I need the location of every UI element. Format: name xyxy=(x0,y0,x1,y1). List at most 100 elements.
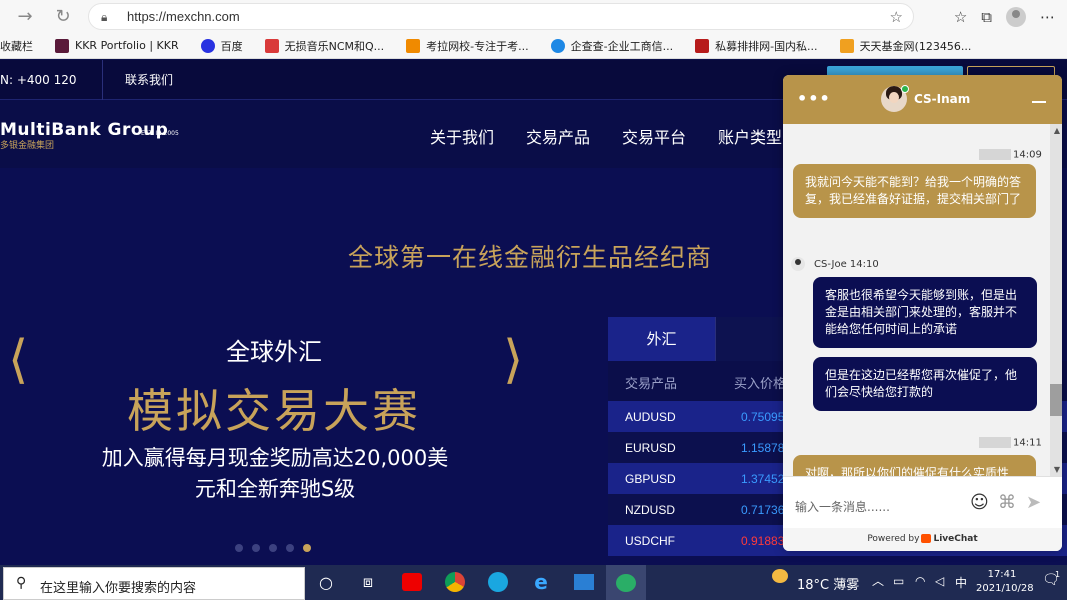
nav-item-platforms[interactable]: 交易平台 xyxy=(622,124,686,148)
tab-forex[interactable]: 外汇 xyxy=(608,317,715,361)
reload-icon[interactable]: ↻ xyxy=(48,1,78,31)
slider-dot[interactable] xyxy=(269,544,277,552)
chat-input-bar: 输入一条消息...... ☺ ⌘ ➤ xyxy=(783,476,1062,528)
bookmark-item[interactable]: KKR Portfolio | KKR xyxy=(55,38,179,53)
send-icon[interactable]: ➤ xyxy=(1026,492,1041,513)
slide-subtitle: 全球外汇 xyxy=(226,338,322,366)
youdao-app-icon[interactable] xyxy=(399,570,425,594)
tray-expand-icon[interactable]: ︿ xyxy=(872,572,884,589)
agent-message: 客服也很希望今天能够到账，但是出金是由相关部门来处理的，客服并不能给您任何时间上… xyxy=(813,277,1037,348)
task-view-icon[interactable]: ⧈ xyxy=(355,570,381,594)
browser-toolbar: → ↻ 🔒︎ https://mexchn.com ☆ ☆ ⧉ ⋯ xyxy=(0,0,1067,33)
search-placeholder: 在这里输入你要搜索的内容 xyxy=(40,581,197,596)
quote-price: 1.37452 xyxy=(741,472,785,486)
bookmark-favicon xyxy=(550,38,565,53)
visitor-message: 我就问今天能不能到？给我一个明确的答复，我已经准备好证据，提交相关部门了 xyxy=(793,164,1036,218)
weather-text[interactable]: 18°C 薄雾 xyxy=(797,574,859,593)
bookmark-favicon xyxy=(406,38,421,53)
contact-link[interactable]: 联系我们 xyxy=(103,71,173,88)
cortana-icon[interactable]: ○ xyxy=(313,570,339,594)
favorite-star-icon[interactable]: ☆ xyxy=(890,8,903,26)
hero-title: 全球第一在线金融衍生品经纪商 xyxy=(348,243,713,272)
slider-dot-active[interactable] xyxy=(303,544,311,552)
phone-number: N: +400 120 8619 xyxy=(0,60,103,127)
address-bar[interactable]: 🔒︎ https://mexchn.com ☆ xyxy=(88,3,914,30)
bookmarks-bar: 收藏栏 KKR Portfolio | KKR 百度 无损音乐NCM和Q... … xyxy=(0,33,1067,59)
col-bid: 买入价格 xyxy=(734,377,787,392)
weather-icon[interactable] xyxy=(772,569,788,586)
scroll-down-icon[interactable]: ▼ xyxy=(1054,465,1060,474)
more-menu-icon[interactable]: ⋯ xyxy=(1040,8,1055,26)
volume-icon[interactable]: ◁ xyxy=(935,574,944,588)
bookmark-favicon xyxy=(200,38,215,53)
message-timestamp: 14:11 xyxy=(979,437,1042,449)
chat-scroll-thumb[interactable] xyxy=(1050,384,1062,416)
wifi-icon[interactable]: ◠ xyxy=(915,574,925,588)
bookmark-favicon xyxy=(839,38,854,53)
quote-symbol: NZDUSD xyxy=(625,503,675,517)
agent-name: CS-Inam xyxy=(914,92,971,106)
col-product: 交易产品 xyxy=(625,377,678,392)
chrome-app-icon[interactable] xyxy=(442,570,468,594)
bookmark-favicon xyxy=(264,38,279,53)
bookmark-item[interactable]: 收藏栏 xyxy=(0,38,33,54)
quote-symbol: GBPUSD xyxy=(625,472,676,486)
chat-menu-icon[interactable]: ••• xyxy=(797,89,831,108)
chat-header: ••• CS-Inam xyxy=(783,75,1062,124)
livechat-widget: ••• CS-Inam 14:09 我就问今天能不能到？给我一个明确的答复，我已… xyxy=(783,75,1062,551)
chat-messages[interactable]: 14:09 我就问今天能不能到？给我一个明确的答复，我已经准备好证据，提交相关部… xyxy=(783,124,1062,476)
slider-dot[interactable] xyxy=(286,544,294,552)
slider-dot[interactable] xyxy=(235,544,243,552)
quote-price: 0.91883 xyxy=(741,534,785,548)
slider-dot[interactable] xyxy=(252,544,260,552)
search-icon: ⚲ xyxy=(16,575,27,591)
agent-message: 但是在这边已经帮您再次催促了，他们会尽快给您打款的 xyxy=(813,357,1037,411)
bookmark-favicon xyxy=(55,38,69,53)
scroll-up-icon[interactable]: ▲ xyxy=(1054,126,1060,135)
wechat-app-icon[interactable] xyxy=(606,565,646,600)
logo-est: EST. IN 2005 xyxy=(141,130,179,137)
lock-icon: 🔒︎ xyxy=(101,9,108,24)
ie-app-icon[interactable]: e xyxy=(528,570,554,594)
bookmark-item[interactable]: 私募排排网-国内私... xyxy=(695,38,818,54)
bookmark-favicon xyxy=(695,38,710,53)
slider-next-icon[interactable]: ⟩ xyxy=(503,330,523,390)
chat-scrollbar[interactable] xyxy=(1050,124,1062,476)
slider-prev-icon[interactable]: ⟨ xyxy=(8,330,28,390)
bookmark-item[interactable]: 百度 xyxy=(200,38,243,54)
edge-app-icon[interactable] xyxy=(485,570,511,594)
forward-icon[interactable]: → xyxy=(10,1,40,31)
quote-symbol: EURUSD xyxy=(625,441,676,455)
nav-item-accounts[interactable]: 账户类型 xyxy=(718,124,782,148)
bookmark-item[interactable]: 天天基金网(123456... xyxy=(839,38,971,54)
url-text: https://mexchn.com xyxy=(127,9,240,24)
chat-footer: Powered by LiveChat xyxy=(783,528,1062,551)
bookmark-item[interactable]: 考拉网校-专注于考... xyxy=(406,38,529,54)
online-status-icon xyxy=(901,85,909,93)
bookmark-item[interactable]: 企查查-企业工商信... xyxy=(550,38,673,54)
bookmark-item[interactable]: 无损音乐NCM和Q... xyxy=(264,38,384,54)
minimize-icon[interactable] xyxy=(1032,101,1046,103)
agent-label: CS-Joe 14:10 xyxy=(814,259,879,270)
battery-icon[interactable]: ▭ xyxy=(893,574,904,588)
slider-dots xyxy=(235,544,311,552)
quote-price: 1.15878 xyxy=(741,441,785,455)
photos-app-icon[interactable] xyxy=(571,570,597,594)
nav-item-about[interactable]: 关于我们 xyxy=(430,124,494,148)
agent-avatar-small xyxy=(791,257,805,271)
ime-indicator[interactable]: 中 xyxy=(955,574,967,591)
redacted-name xyxy=(979,437,1011,448)
visitor-message: 对啊，那所以你们的催促有什么实质性 xyxy=(793,455,1036,476)
emoji-icon[interactable]: ☺ xyxy=(970,492,989,513)
profile-avatar[interactable] xyxy=(1006,6,1026,27)
livechat-logo-icon xyxy=(921,534,932,543)
attachment-icon[interactable]: ⌘ xyxy=(998,492,1016,513)
nav-menu: 关于我们 交易产品 交易平台 账户类型 xyxy=(430,124,782,148)
taskbar-search[interactable]: ⚲ 在这里输入你要搜索的内容 xyxy=(3,567,305,600)
favorites-icon[interactable]: ☆ xyxy=(954,8,967,26)
collections-icon[interactable]: ⧉ xyxy=(981,8,992,26)
taskbar-clock[interactable]: 17:41 2021/10/28 xyxy=(976,568,1034,596)
nav-item-products[interactable]: 交易产品 xyxy=(526,124,590,148)
message-input[interactable]: 输入一条消息...... xyxy=(795,498,890,515)
quote-symbol: USDCHF xyxy=(625,534,675,548)
